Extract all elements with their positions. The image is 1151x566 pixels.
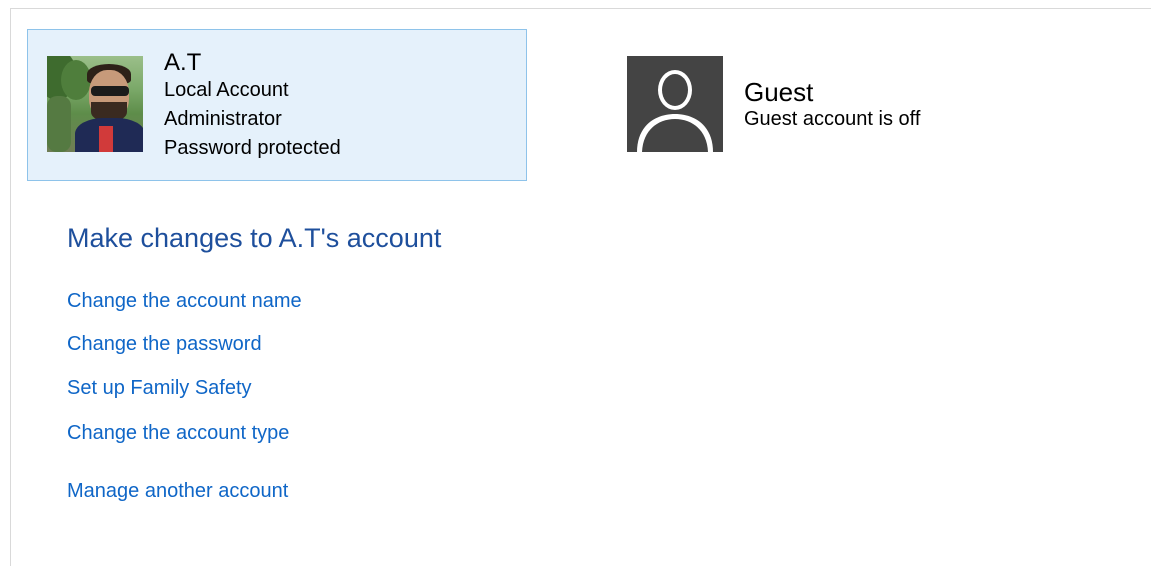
account-name: A.T xyxy=(164,49,202,76)
account-picture xyxy=(47,56,143,152)
account-tile-guest[interactable]: Guest Guest account is off xyxy=(627,56,1057,156)
manage-another-account-link[interactable]: Manage another account xyxy=(67,478,288,504)
guest-status: Guest account is off xyxy=(744,108,921,130)
change-account-name-link[interactable]: Change the account name xyxy=(67,288,302,314)
guest-info: Guest Guest account is off xyxy=(744,78,920,132)
change-account-type-link[interactable]: Change the account type xyxy=(67,420,289,446)
account-type: Local Account xyxy=(164,79,289,101)
change-password-link[interactable]: Change the password xyxy=(67,331,262,357)
account-role: Administrator xyxy=(164,108,282,130)
account-info: A.T Local Account Administrator Password… xyxy=(164,50,341,163)
account-tile-current[interactable]: A.T Local Account Administrator Password… xyxy=(27,29,527,181)
guest-name: Guest xyxy=(744,77,814,107)
section-title: Make changes to A.T's account xyxy=(67,223,442,253)
family-safety-link[interactable]: Set up Family Safety xyxy=(67,375,252,401)
user-silhouette-icon xyxy=(627,56,723,152)
account-protection: Password protected xyxy=(164,137,341,159)
